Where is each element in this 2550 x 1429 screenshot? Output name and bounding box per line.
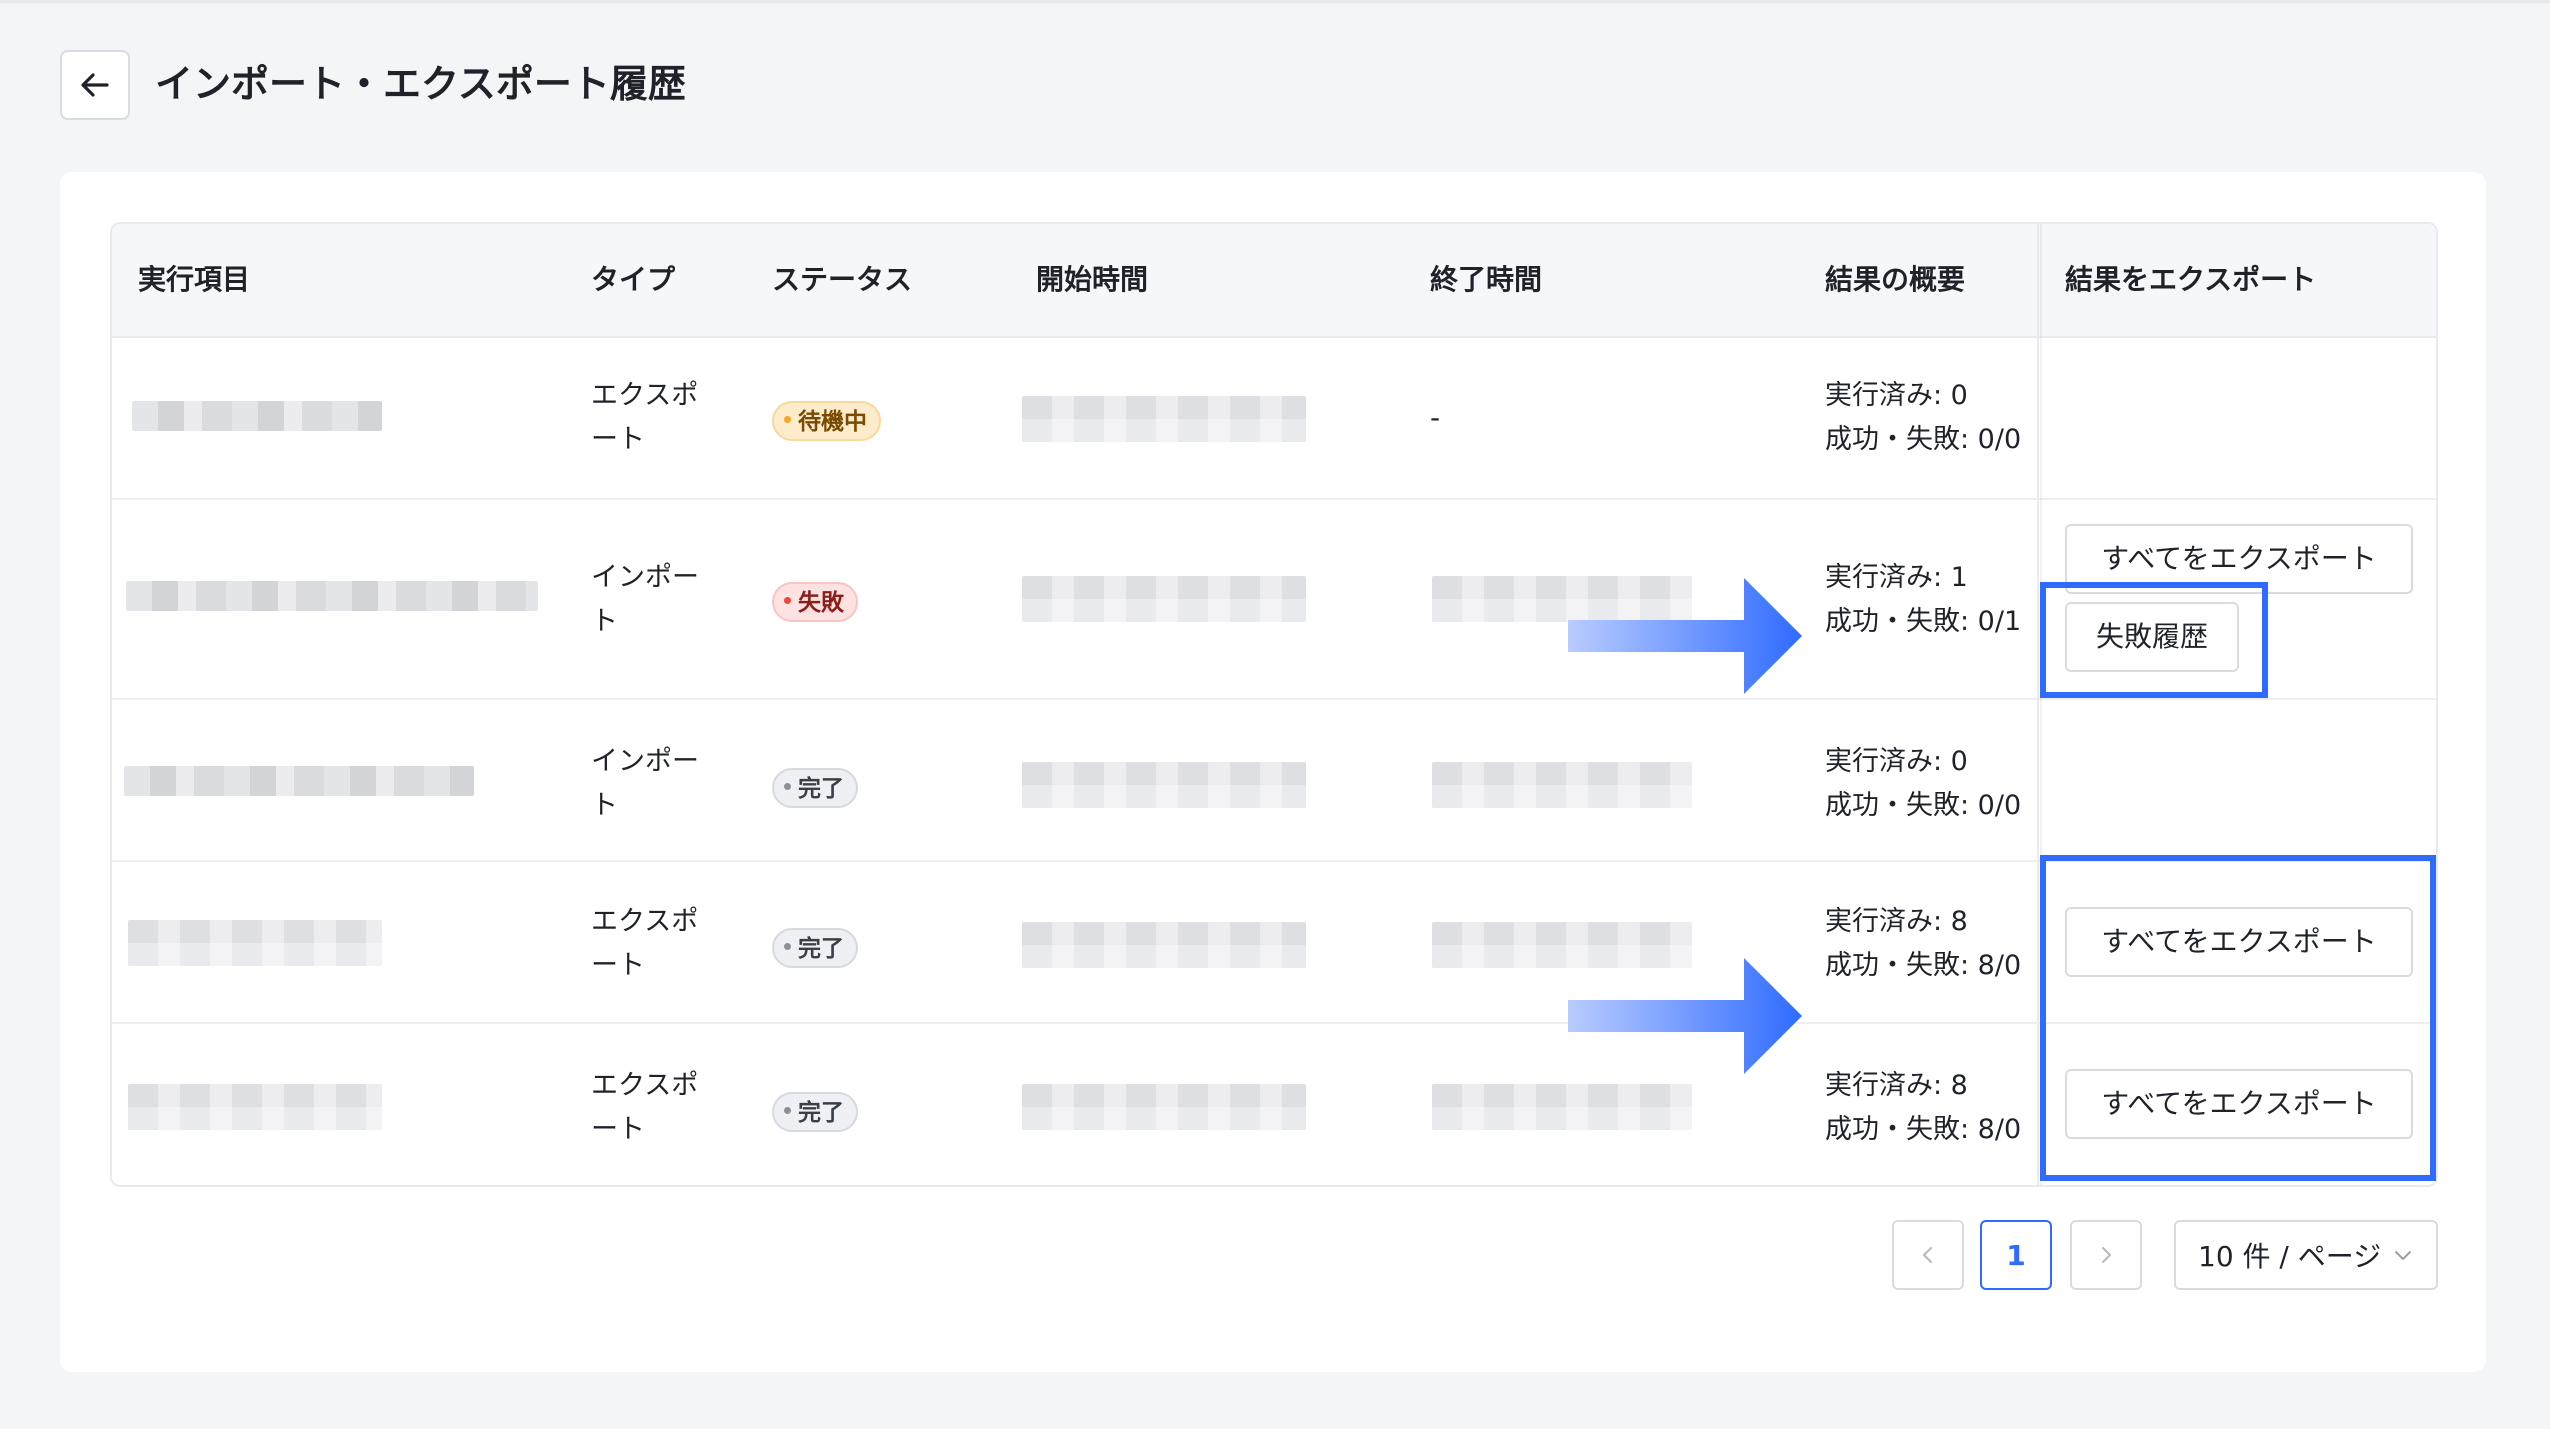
success-fail-count: 成功・失敗: 0/1 <box>1825 606 2022 637</box>
executed-count: 実行済み: 8 <box>1825 906 1968 937</box>
type-cell: エクスポート <box>591 1070 699 1145</box>
status-badge: 完了 <box>772 928 858 968</box>
executed-count: 実行済み: 8 <box>1825 1070 1968 1101</box>
summary-cell: 実行済み: 8 成功・失敗: 8/0 <box>1825 900 2021 988</box>
status-badge: 待機中 <box>772 401 881 441</box>
redacted-start-time <box>1022 762 1306 808</box>
redacted-item-name <box>126 581 538 611</box>
status-label: 失敗 <box>798 590 844 616</box>
success-fail-count: 成功・失敗: 0/0 <box>1825 424 2022 455</box>
highlight-box-export-buttons <box>2040 855 2436 1181</box>
column-header-export: 結果をエクスポート <box>2065 263 2317 296</box>
redacted-item-name <box>132 401 382 431</box>
prev-page-button[interactable] <box>1892 1220 1964 1290</box>
redacted-item-name <box>128 920 382 966</box>
summary-cell: 実行済み: 0 成功・失敗: 0/0 <box>1825 374 2021 462</box>
success-fail-count: 成功・失敗: 0/0 <box>1825 790 2022 821</box>
success-fail-count: 成功・失敗: 8/0 <box>1825 1114 2022 1145</box>
status-dot <box>784 416 791 423</box>
end-time-cell: - <box>1430 401 1441 434</box>
status-dot <box>784 943 791 950</box>
success-fail-count: 成功・失敗: 8/0 <box>1825 950 2022 981</box>
redacted-item-name <box>128 1084 382 1130</box>
summary-cell: 実行済み: 1 成功・失敗: 0/1 <box>1825 556 2021 644</box>
column-header-item: 実行項目 <box>138 263 251 296</box>
status-label: 完了 <box>798 1100 844 1126</box>
arrow-left-icon <box>81 73 109 97</box>
annotation-arrow-icon <box>1568 578 1802 694</box>
redacted-start-time <box>1022 1084 1306 1130</box>
status-dot <box>784 597 791 604</box>
status-badge: 完了 <box>772 768 858 808</box>
summary-cell: 実行済み: 8 成功・失敗: 8/0 <box>1825 1064 2021 1152</box>
redacted-end-time <box>1432 1084 1692 1130</box>
summary-cell: 実行済み: 0 成功・失敗: 0/0 <box>1825 740 2021 828</box>
type-cell: エクスポート <box>591 380 699 455</box>
executed-count: 実行済み: 0 <box>1825 746 1968 777</box>
column-header-summary: 結果の概要 <box>1825 263 1966 296</box>
type-cell: インポート <box>591 562 699 637</box>
executed-count: 実行済み: 0 <box>1825 380 1968 411</box>
redacted-start-time <box>1022 922 1306 968</box>
fixed-column-border <box>2037 224 2039 1185</box>
status-label: 待機中 <box>798 409 867 435</box>
redacted-start-time <box>1022 576 1306 622</box>
status-dot <box>784 783 791 790</box>
type-cell: エクスポート <box>591 906 699 981</box>
redacted-item-name <box>124 766 474 796</box>
annotation-arrow-icon <box>1568 958 1802 1074</box>
type-cell: インポート <box>591 746 699 821</box>
column-header-start-time: 開始時間 <box>1036 263 1149 296</box>
chevron-down-icon <box>2395 1251 2411 1260</box>
page-title: インポート・エクスポート履歴 <box>155 62 686 106</box>
table-row: エクスポート 待機中 - 実行済み: 0 成功・失敗: 0/0 <box>112 338 2436 500</box>
status-label: 完了 <box>798 776 844 802</box>
top-border <box>0 0 2550 3</box>
table-row: インポート 完了 実行済み: 0 成功・失敗: 0/0 <box>112 700 2436 862</box>
chevron-left-icon <box>1922 1246 1933 1264</box>
table-header: 実行項目 タイプ ステータス 開始時間 終了時間 結果の概要 結果をエクスポート <box>112 224 2436 338</box>
status-badge: 完了 <box>772 1092 858 1132</box>
status-label: 完了 <box>798 936 844 962</box>
redacted-end-time <box>1432 762 1692 808</box>
column-header-end-time: 終了時間 <box>1430 263 1543 296</box>
column-header-type: タイプ <box>591 263 676 296</box>
page-size-label: 10 件 / ページ <box>2198 1240 2382 1273</box>
chevron-right-icon <box>2101 1246 2112 1264</box>
status-dot <box>784 1107 791 1114</box>
page-size-select[interactable]: 10 件 / ページ <box>2174 1220 2438 1290</box>
back-button[interactable] <box>60 50 130 120</box>
highlight-box-failure-history <box>2040 582 2268 698</box>
history-card: 実行項目 タイプ ステータス 開始時間 終了時間 結果の概要 結果をエクスポート… <box>60 172 2486 1372</box>
next-page-button[interactable] <box>2070 1220 2142 1290</box>
status-badge: 失敗 <box>772 582 858 622</box>
executed-count: 実行済み: 1 <box>1825 562 1968 593</box>
redacted-start-time <box>1022 396 1306 442</box>
column-header-status: ステータス <box>772 263 913 296</box>
page-1-button[interactable]: 1 <box>1980 1220 2052 1290</box>
